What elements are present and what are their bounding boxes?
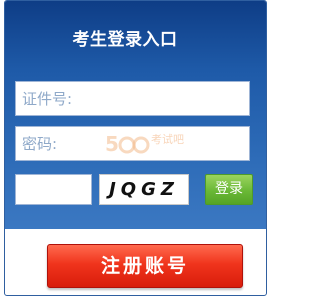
captcha-image[interactable]: JQGZ — [99, 174, 189, 205]
login-panel-header: 考生登录入口 5 考试吧 JQGZ 登录 — [5, 1, 266, 229]
login-panel: 考生登录入口 5 考试吧 JQGZ 登录 注册账号 — [4, 0, 267, 296]
register-button[interactable]: 注册账号 — [47, 244, 243, 288]
password-input[interactable] — [15, 126, 250, 161]
id-number-input[interactable] — [15, 81, 250, 116]
panel-title: 考生登录入口 — [72, 30, 178, 50]
login-button[interactable]: 登录 — [205, 174, 253, 205]
captcha-input[interactable] — [15, 174, 92, 205]
